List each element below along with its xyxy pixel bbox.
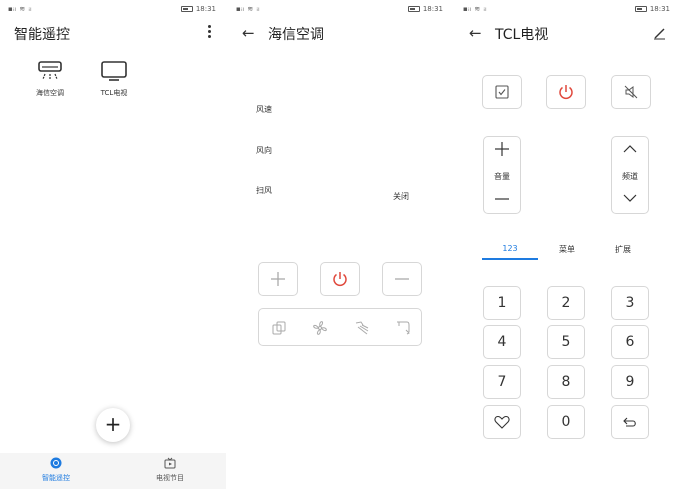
channel-up-button[interactable]	[612, 143, 648, 157]
remote-control-icon	[50, 457, 62, 469]
device-air-conditioner[interactable]: 海信空调	[30, 60, 70, 98]
input-source-button[interactable]	[482, 75, 522, 109]
temperature-down-button[interactable]	[382, 262, 422, 296]
active-tab-indicator	[482, 258, 538, 260]
status-bar: ▪ᵢₗ ≋ ᵢₗ 18:31	[0, 0, 226, 18]
plus-icon	[271, 272, 285, 286]
status-bar: ▪ᵢₗ ≋ ᵢₗ 18:31	[228, 0, 453, 18]
signal-icons: ▪ᵢₗ ≋ ᵢₗ	[463, 5, 487, 13]
device-label: 海信空调	[36, 89, 64, 97]
key-0[interactable]: 0	[547, 405, 585, 439]
mode-bar	[258, 308, 422, 346]
mute-icon	[624, 85, 638, 99]
key-8[interactable]: 8	[547, 365, 585, 399]
swing-icon	[355, 321, 369, 335]
status-bar: ▪ᵢₗ ≋ ᵢₗ 18:31	[455, 0, 680, 18]
volume-control: 音量	[483, 136, 521, 214]
page-title: 智能遥控	[14, 27, 70, 43]
nav-label: 智能遥控	[42, 474, 70, 482]
wind-direction-label: 风向	[256, 146, 272, 155]
key-4[interactable]: 4	[483, 325, 521, 359]
mode-button[interactable]	[269, 318, 289, 338]
edit-icon[interactable]	[652, 26, 666, 45]
battery-icon	[407, 6, 420, 12]
tab-numbers[interactable]: 123	[482, 244, 538, 253]
nav-item-tv-program[interactable]: 电视节目	[130, 457, 210, 483]
swing-label: 扫风	[256, 186, 272, 195]
nav-item-remote[interactable]: 智能遥控	[16, 457, 96, 483]
power-button[interactable]	[320, 262, 360, 296]
volume-up-button[interactable]	[484, 141, 520, 159]
battery-icon	[180, 6, 193, 12]
favorite-button[interactable]	[483, 405, 521, 439]
minus-icon	[495, 198, 509, 200]
ac-remote-screen: ▪ᵢₗ ≋ ᵢₗ 18:31 ← 海信空调 风速 风向 扫风 关闭	[228, 0, 453, 489]
fan-speed-label: 风速	[256, 105, 272, 114]
mode-icon	[272, 321, 286, 335]
key-3[interactable]: 3	[611, 286, 649, 320]
return-button[interactable]	[611, 405, 649, 439]
power-icon	[559, 85, 573, 100]
device-tv[interactable]: TCL电视	[94, 60, 134, 98]
status-right: 18:31	[634, 5, 670, 13]
tv-icon	[101, 61, 127, 81]
key-5[interactable]: 5	[547, 325, 585, 359]
volume-label: 音量	[494, 172, 510, 181]
tab-extend[interactable]: 扩展	[595, 244, 651, 255]
chevron-down-icon	[623, 194, 637, 202]
status-time: 18:31	[649, 5, 670, 13]
air-conditioner-icon	[38, 61, 62, 80]
swing-button[interactable]	[352, 318, 372, 338]
channel-label: 频道	[622, 172, 638, 181]
more-menu-icon[interactable]	[208, 24, 212, 40]
swing-value: 关闭	[393, 192, 409, 201]
key-6[interactable]: 6	[611, 325, 649, 359]
key-1[interactable]: 1	[483, 286, 521, 320]
bottom-nav: 智能遥控 电视节目	[0, 453, 226, 489]
battery-icon	[634, 6, 647, 12]
key-2[interactable]: 2	[547, 286, 585, 320]
page-title: 海信空调	[268, 27, 324, 43]
channel-control: 频道	[611, 136, 649, 214]
fan-button[interactable]	[310, 318, 330, 338]
key-7[interactable]: 7	[483, 365, 521, 399]
fan-icon	[313, 321, 327, 335]
wind-direction-icon	[397, 321, 410, 335]
tab-menu[interactable]: 菜单	[539, 244, 595, 255]
page-title: TCL电视	[495, 27, 549, 43]
volume-down-button[interactable]	[484, 191, 520, 209]
status-right: 18:31	[180, 5, 216, 13]
power-button[interactable]	[546, 75, 586, 109]
return-icon	[623, 417, 636, 427]
status-time: 18:31	[195, 5, 216, 13]
signal-icons: ▪ᵢₗ ≋ ᵢₗ	[8, 5, 32, 13]
chevron-up-icon	[623, 145, 637, 153]
back-arrow-icon[interactable]: ←	[469, 24, 482, 42]
key-9[interactable]: 9	[611, 365, 649, 399]
signal-icons: ▪ᵢₗ ≋ ᵢₗ	[236, 5, 260, 13]
tv-remote-screen: ▪ᵢₗ ≋ ᵢₗ 18:31 ← TCL电视 音量 频道 123 菜单 扩展 1…	[455, 0, 680, 489]
checkbox-icon	[495, 85, 509, 99]
mute-button[interactable]	[611, 75, 651, 109]
device-label: TCL电视	[100, 89, 128, 97]
power-icon	[333, 272, 347, 287]
home-screen: ▪ᵢₗ ≋ ᵢₗ 18:31 智能遥控 海信空调 TCL电视 + 智能遥控 电视…	[0, 0, 226, 489]
tv-program-icon	[164, 457, 176, 469]
nav-label: 电视节目	[156, 474, 184, 482]
heart-icon	[494, 415, 510, 429]
minus-icon	[395, 278, 409, 280]
status-time: 18:31	[422, 5, 443, 13]
plus-icon	[495, 142, 509, 156]
back-arrow-icon[interactable]: ←	[242, 24, 255, 42]
status-right: 18:31	[407, 5, 443, 13]
wind-direction-button[interactable]	[393, 318, 413, 338]
channel-down-button[interactable]	[612, 192, 648, 206]
add-device-button[interactable]: +	[96, 408, 130, 442]
temperature-up-button[interactable]	[258, 262, 298, 296]
